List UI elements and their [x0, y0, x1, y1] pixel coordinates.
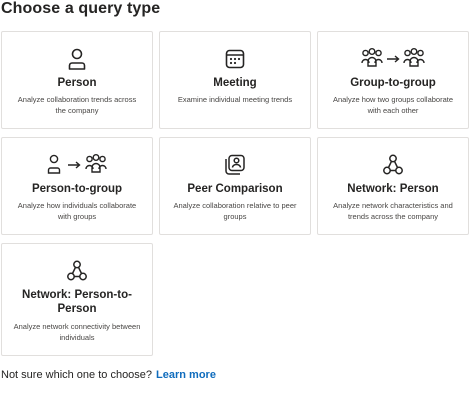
- card-title: Meeting: [213, 77, 257, 89]
- card-network-person[interactable]: Network: Person Analyze network characte…: [317, 137, 469, 235]
- card-description: Examine individual meeting trends: [177, 95, 293, 104]
- card-description: Analyze how individuals collaborate with…: [17, 201, 137, 221]
- card-title: Network: Person-to-Person: [22, 289, 132, 315]
- card-title: Person-to-group: [31, 183, 123, 195]
- person-to-group-icon: [2, 154, 152, 176]
- card-network-person-to-person[interactable]: Network: Person-to-Person Analyze networ…: [1, 243, 153, 356]
- card-description: Analyze network connectivity between ind…: [13, 322, 141, 342]
- card-person[interactable]: Person Analyze collaboration trends acro…: [1, 31, 153, 129]
- card-description: Analyze collaboration trends across the …: [17, 95, 137, 115]
- card-title: Network: Person: [347, 183, 439, 195]
- network-icon: [318, 154, 468, 176]
- card-meeting[interactable]: Meeting Examine individual meeting trend…: [159, 31, 311, 129]
- group-to-group-icon: [318, 48, 468, 70]
- network-icon: [2, 260, 152, 282]
- peer-comparison-icon: [160, 154, 310, 176]
- learn-more-link[interactable]: Learn more: [156, 369, 216, 381]
- card-title: Peer Comparison: [187, 183, 283, 195]
- card-description: Analyze how two groups collaborate with …: [332, 95, 454, 115]
- card-title: Person: [57, 77, 97, 89]
- card-title: Group-to-group: [350, 77, 436, 89]
- card-description: Analyze network characteristics and tren…: [333, 201, 453, 221]
- card-person-to-group[interactable]: Person-to-group Analyze how individuals …: [1, 137, 153, 235]
- help-question: Not sure which one to choose?: [1, 369, 153, 381]
- page-title: Choose a query type: [1, 0, 161, 17]
- card-group-to-group[interactable]: Group-to-group Analyze how two groups co…: [317, 31, 469, 129]
- card-peer-comparison[interactable]: Peer Comparison Analyze collaboration re…: [159, 137, 311, 235]
- calendar-icon: [160, 48, 310, 70]
- person-icon: [2, 48, 152, 70]
- query-type-page: Choose a query type Person Analyze colla…: [0, 0, 471, 395]
- card-description: Analyze collaboration relative to peer g…: [173, 201, 297, 221]
- help-footer: Not sure which one to choose? Learn more: [1, 369, 216, 381]
